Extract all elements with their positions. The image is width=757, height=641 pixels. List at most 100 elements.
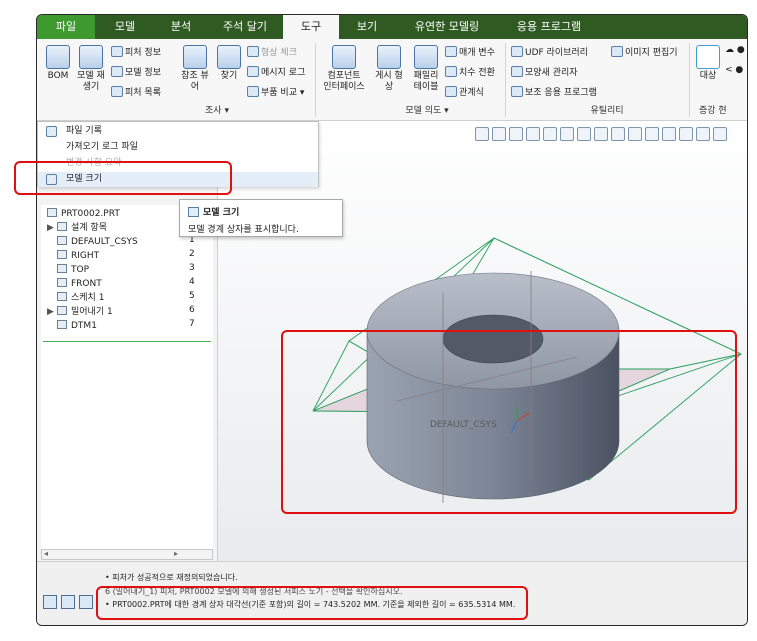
tree-node-root[interactable]: PRT0002.PRT — [47, 207, 120, 221]
csys-icon — [57, 236, 67, 245]
part-compare-button[interactable]: 부품 비교 ▾ — [247, 85, 304, 98]
model-regenerate-button[interactable]: 모델 재 생기 — [73, 45, 109, 93]
regenerate-icon — [79, 45, 103, 69]
datum-plane-icon — [57, 264, 67, 273]
datum-plane-icon — [57, 278, 67, 287]
tooltip-title: 모델 크기 — [203, 208, 240, 218]
tree-node-label: 스케치 1 — [71, 293, 105, 303]
expand-icon[interactable]: ▶ — [47, 221, 57, 235]
tree-horizontal-scrollbar[interactable]: ◂ ▸ — [41, 549, 213, 560]
tree-node-label: DTM1 — [71, 321, 97, 331]
feature-number: 5 — [189, 291, 195, 301]
tree-node-label: PRT0002.PRT — [61, 209, 120, 219]
tab-annotate[interactable]: 주석 달기 — [209, 15, 281, 39]
model-info-button[interactable]: 모델 정보 — [111, 65, 161, 78]
cloud-icon[interactable]: ☁ ● — [725, 45, 745, 55]
publish-geom-label2: 상 — [384, 82, 394, 92]
family-table-label2: 테이블 — [413, 82, 439, 92]
ref-viewer-label2: 어 — [190, 82, 200, 92]
tree-node-label: TOP — [71, 265, 90, 275]
menu-item-file-history[interactable]: 파일 기록 — [38, 124, 318, 139]
ref-viewer-label: 참조 뷰 — [181, 71, 209, 81]
tab-analysis[interactable]: 분석 — [153, 15, 209, 39]
shape-manager-button[interactable]: 모양새 관리자 — [511, 65, 578, 78]
geometry-check-button[interactable]: 형상 체크 — [247, 45, 297, 58]
relations-button[interactable]: 관계식 — [445, 85, 484, 98]
tab-tools[interactable]: 도구 — [283, 15, 339, 39]
family-table-label: 패밀리 — [413, 71, 439, 81]
scroll-right-icon[interactable]: ▸ — [174, 549, 178, 558]
tab-file[interactable]: 파일 — [37, 15, 95, 39]
feature-info-icon — [111, 46, 123, 57]
part-compare-icon — [247, 86, 259, 97]
show-navigator-icon[interactable] — [43, 595, 57, 609]
part-icon — [47, 208, 57, 217]
tree-node-right[interactable]: RIGHT — [57, 249, 99, 263]
reference-viewer-button[interactable]: 참조 뷰 어 — [177, 45, 213, 93]
extrude-icon — [57, 306, 67, 315]
binoculars-icon — [217, 45, 241, 69]
tree-node-dtm1[interactable]: DTM1 — [57, 319, 97, 333]
family-table-icon — [414, 45, 438, 69]
geometry-check-label: 형상 체크 — [261, 48, 297, 58]
shape-manager-icon — [511, 66, 523, 77]
tree-node-label: 설계 항목 — [71, 223, 107, 233]
highlight-model-size-menu — [14, 161, 232, 195]
component-interface-button[interactable]: 컴포넌트 인터페이스 — [321, 45, 367, 93]
switch-dimensions-button[interactable]: 치수 전환 — [445, 65, 495, 78]
group-utilities: 유틸리티 — [590, 106, 624, 116]
tree-node-front[interactable]: FRONT — [57, 277, 102, 291]
parameters-icon — [445, 46, 457, 57]
file-history-icon — [46, 126, 57, 137]
parameters-button[interactable]: 매개 변수 — [445, 45, 495, 58]
tree-node-design-items[interactable]: ▶ 설계 항목 — [47, 221, 107, 235]
switch-dimensions-icon — [445, 66, 457, 77]
ribbon-separator — [315, 43, 316, 117]
full-screen-icon[interactable] — [79, 595, 93, 609]
share-icon[interactable]: < ● — [725, 65, 743, 75]
bom-label: BOM — [47, 71, 69, 81]
tree-node-top[interactable]: TOP — [57, 263, 89, 277]
tab-applications[interactable]: 응용 프로그램 — [499, 15, 599, 39]
menu-item-label: 파일 기록 — [66, 126, 102, 136]
feature-list-button[interactable]: 피처 목록 — [111, 85, 161, 98]
relations-icon — [445, 86, 457, 97]
message-log-label: 메시지 로그 — [261, 68, 306, 78]
menu-item-import-log[interactable]: 가져오기 로그 파일 — [38, 140, 318, 155]
expand-icon[interactable]: ▶ — [47, 305, 57, 319]
tab-view[interactable]: 보기 — [339, 15, 395, 39]
tooltip-description: 모델 경계 상자를 표시합니다. — [188, 225, 299, 235]
model-size-icon — [188, 207, 199, 217]
find-button[interactable]: 찾기 — [215, 45, 243, 82]
tree-node-label: 밀어내기 1 — [71, 307, 113, 317]
sketch-icon — [57, 292, 67, 301]
tree-node-extrude[interactable]: ▶ 밀어내기 1 — [47, 305, 113, 319]
family-table-button[interactable]: 패밀리 테이블 — [409, 45, 443, 93]
feature-info-button[interactable]: 피처 정보 — [111, 45, 161, 58]
tree-node-sketch[interactable]: 스케치 1 — [57, 291, 104, 305]
model-info-icon — [111, 66, 123, 77]
group-model-intent[interactable]: 모델 의도 ▾ — [377, 103, 477, 119]
udf-library-button[interactable]: UDF 라이브러리 — [511, 45, 588, 58]
bom-button[interactable]: BOM — [43, 45, 73, 82]
tab-model[interactable]: 모델 — [97, 15, 153, 39]
aux-app-label: 보조 응용 프로그램 — [525, 88, 597, 98]
image-editor-button[interactable]: 이미지 편집기 — [611, 45, 678, 58]
browser-icon[interactable] — [61, 595, 75, 609]
feature-number: 6 — [189, 305, 195, 315]
feature-info-label: 피처 정보 — [125, 48, 161, 58]
publish-geometry-button[interactable]: 게시 형 상 — [371, 45, 407, 93]
tree-node-label: FRONT — [71, 279, 102, 289]
target-label: 대상 — [699, 71, 717, 81]
auxiliary-applications-button[interactable]: 보조 응용 프로그램 — [511, 85, 597, 98]
group-investigate[interactable]: 조사 ▾ — [157, 103, 277, 119]
tree-node-default-csys[interactable]: DEFAULT_CSYS — [57, 235, 138, 249]
group-investigate-label: 조사 — [205, 106, 222, 116]
message-log-button[interactable]: 메시지 로그 — [247, 65, 305, 78]
component-interface-label: 컴포넌트 — [327, 71, 361, 81]
scroll-left-icon[interactable]: ◂ — [44, 549, 48, 558]
tab-flexible-modeling[interactable]: 유연한 모델링 — [395, 15, 499, 39]
target-button[interactable]: 대상 — [693, 45, 723, 82]
message-log-icon — [247, 66, 259, 77]
insert-indicator[interactable] — [43, 341, 211, 342]
